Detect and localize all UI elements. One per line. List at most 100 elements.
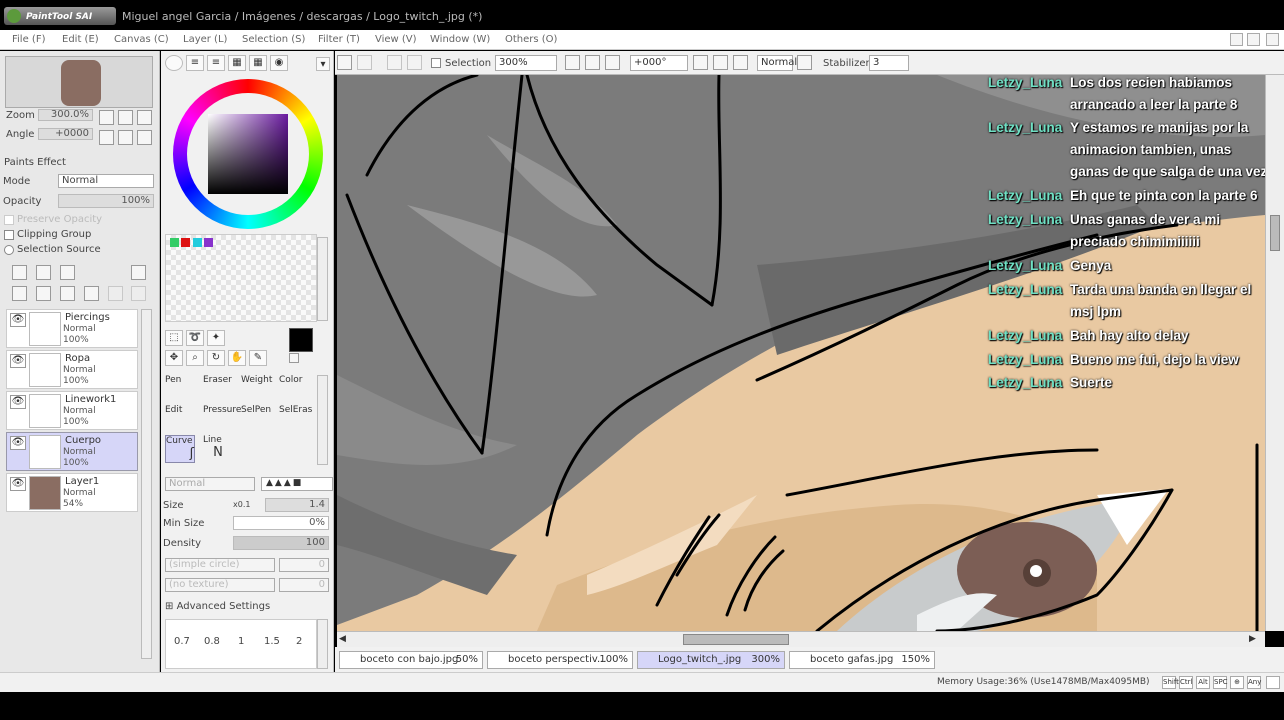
transfer-down-icon[interactable] [12,286,27,301]
navigator-preview[interactable] [5,56,153,108]
rotate-right-icon[interactable] [118,130,133,145]
selection-checkbox[interactable] [431,58,441,68]
size-preset[interactable]: 2 [296,636,302,647]
swatch[interactable] [204,238,213,247]
swatch-scrollbar[interactable] [317,237,328,321]
brush-pressure[interactable]: Pressure [203,405,241,433]
brush-pen[interactable]: Pen [165,375,195,403]
brush-line[interactable]: Line N [203,435,233,463]
size-preset[interactable]: 0.7 [174,636,190,647]
canvas-zoom-in-icon[interactable] [585,55,600,70]
brush-edit[interactable]: Edit [165,405,195,433]
new-folder-icon[interactable] [60,265,75,280]
size-preset[interactable]: 0.8 [204,636,220,647]
menu-edit[interactable]: Edit (E) [62,34,99,45]
drawing-canvas[interactable]: Letzy_Luna Los dos recien habiamos arranc… [337,75,1265,631]
zoom-slider[interactable]: 300.0% [38,109,93,121]
swatch[interactable] [193,238,202,247]
layer-opacity-slider[interactable]: 100% [58,194,154,208]
swatch[interactable] [170,238,179,247]
lasso-icon[interactable]: ➰ [186,330,204,346]
menu-window[interactable]: Window (W) [430,34,490,45]
layer-row[interactable]: 👁 Piercings Normal 100% [6,309,138,348]
redo-icon[interactable] [357,55,372,70]
move-icon[interactable]: ✥ [165,350,183,366]
close-button[interactable] [1266,33,1279,46]
layer-row[interactable]: 👁 Layer1 Normal 54% [6,473,138,512]
visibility-eye-icon[interactable]: 👁 [10,477,26,491]
swap-colors-icon[interactable] [289,353,299,363]
menu-others[interactable]: Others (O) [505,34,557,45]
status-menu-icon[interactable] [1266,676,1280,689]
scratchpad-icon[interactable]: ◉ [270,55,288,71]
vertical-scroll-thumb[interactable] [1270,215,1280,251]
undo-icon[interactable] [337,55,352,70]
deselect-icon[interactable] [387,55,402,70]
density-slider[interactable]: 100 [233,536,329,550]
layer-mode-select[interactable]: Normal [58,174,154,188]
palette-grid-icon[interactable]: ▦ [249,55,267,71]
brush-blend-mode-select[interactable]: Normal [165,477,255,491]
zoom-reset-icon[interactable] [137,110,152,125]
brush-eraser[interactable]: Eraser [203,375,233,403]
zoom-select[interactable]: 300% [495,55,557,71]
stabilizer-select[interactable]: 3 [869,55,909,71]
merge-down-icon[interactable] [36,286,51,301]
apply-mask-icon[interactable] [108,286,123,301]
clear-layer-icon[interactable] [60,286,75,301]
magic-wand-icon[interactable]: ✦ [207,330,225,346]
brush-weight[interactable]: Weight [241,375,272,403]
brush-curve[interactable]: Curve ʃ [165,435,195,463]
brush-shape-selector[interactable]: ▲▲▲■ [261,477,333,491]
color-wheel[interactable] [173,79,323,229]
rotate-reset-icon[interactable] [137,130,152,145]
saturation-value-square[interactable] [208,114,288,194]
document-tab[interactable]: boceto gafas.jpg 150% [789,651,935,669]
unlink-mask-icon[interactable] [131,286,146,301]
size-multiplier[interactable]: x0.1 [233,500,250,509]
angle-slider[interactable]: +0000 [38,128,93,140]
paints-effect-header[interactable]: Paints Effect [4,157,66,168]
menu-filter[interactable]: Filter (T) [318,34,360,45]
rotate-left-icon[interactable] [99,130,114,145]
texture-value[interactable]: 0 [279,578,329,592]
rotation-select[interactable]: +000° [630,55,688,71]
new-layer-icon[interactable] [12,265,27,280]
swatch-grid[interactable] [165,234,317,322]
hand-tool-icon[interactable]: ✋ [228,350,246,366]
rgb-slider-icon[interactable]: ≡ [186,55,204,71]
brush-color[interactable]: Color [279,375,309,403]
layers-scrollbar[interactable] [141,309,152,659]
document-tab[interactable]: boceto perspectiv... 100% [487,651,633,669]
rect-select-icon[interactable]: ⬚ [165,330,183,346]
advanced-settings-toggle[interactable]: ⊞ Advanced Settings [165,601,270,612]
layer-mask-icon[interactable] [131,265,146,280]
size-preset[interactable]: 1.5 [264,636,280,647]
preserve-opacity-checkbox[interactable] [4,215,14,225]
zoom-out-icon[interactable] [99,110,114,125]
canvas-zoom-out-icon[interactable] [565,55,580,70]
menu-view[interactable]: View (V) [375,34,417,45]
horizontal-scroll-thumb[interactable] [683,634,789,645]
canvas-blend-select[interactable]: Normal [757,55,797,71]
brush-selpen[interactable]: SelPen [241,405,271,433]
selection-source-checkbox[interactable] [4,245,14,255]
layer-row[interactable]: 👁 Linework1 Normal 100% [6,391,138,430]
color-wheel-mode-icon[interactable] [165,55,183,71]
invert-selection-icon[interactable] [407,55,422,70]
layer-row[interactable]: 👁 Ropa Normal 100% [6,350,138,389]
scroll-left-icon[interactable]: ◀ [339,634,346,644]
canvas-horizontal-scrollbar[interactable]: ◀ ▶ [337,631,1265,647]
panel-collapse-icon[interactable]: ▾ [316,57,330,71]
delete-layer-icon[interactable] [84,286,99,301]
primary-color-swatch[interactable] [289,328,313,352]
menu-layer[interactable]: Layer (L) [183,34,227,45]
visibility-eye-icon[interactable]: 👁 [10,436,26,450]
canvas-rotate-reset-icon[interactable] [733,55,748,70]
eyedropper-icon[interactable]: ✎ [249,350,267,366]
minimize-button[interactable] [1230,33,1243,46]
flip-icon[interactable] [797,55,812,70]
new-linework-layer-icon[interactable] [36,265,51,280]
brush-scrollbar[interactable] [317,375,328,465]
scroll-right-icon[interactable]: ▶ [1249,634,1256,644]
